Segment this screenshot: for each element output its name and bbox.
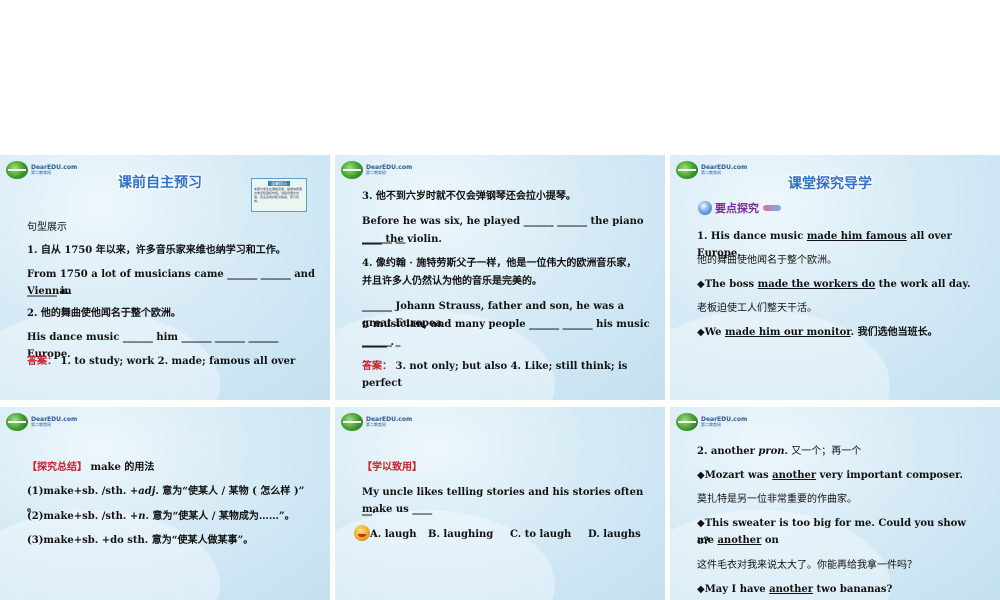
rule-2-head: (2)make+sb. /sth. +: [27, 511, 139, 522]
dearedu-logo: DearEDU.com 第二教育网: [341, 413, 412, 431]
answer-line: 答案： 3. not only; but also 4. Like; still…: [362, 358, 651, 392]
example-1-translation: 他的舞曲使他闻名于整个欧洲。: [697, 255, 837, 266]
example-3-phrase: made him our monitor: [724, 327, 851, 338]
word-pos: pron.: [758, 446, 789, 457]
summary-bracket: 【探究总结】: [27, 462, 87, 473]
example-2-pre: ◆The boss: [697, 279, 758, 290]
logo-sub-text: 第二教育网: [31, 170, 51, 175]
practice-question-cont: __.: [362, 505, 376, 516]
another-example-3-word: another: [769, 584, 814, 595]
example-1-pre: 1. His dance music: [697, 231, 807, 242]
dearedu-logo: DearEDU.com 第二教育网: [6, 161, 77, 179]
logo-sub-text: 第二教育网: [701, 170, 721, 175]
answer-text: 3. not only; but also 4. Like; still thi…: [362, 361, 628, 389]
question-4-cn: 4. 像约翰 · 施特劳斯父子一样，他是一位伟大的欧洲音乐家，: [362, 258, 637, 269]
slide-preview-2: DearEDU.com 第二教育网 3. 他不到六岁时就不仅会弹钢琴还会拉小提琴…: [335, 155, 665, 400]
question-1-cn: 1. 自从 1750 年以来，许多音乐家来维也纳学习和工作。: [27, 245, 286, 256]
another-example-1-post: very important composer.: [816, 470, 963, 481]
another-example-3-pre: ◆May I have: [697, 584, 770, 595]
question-4-en-cont2: _____ .: [362, 337, 394, 348]
answer-text: 1. to study; work 2. made; famous all ov…: [60, 356, 296, 367]
rule-3-head: (3)make+sb. +do sth.: [27, 535, 149, 546]
another-example-1: ◆Mozart was another very important compo…: [697, 467, 986, 484]
ribbon-decoration: [763, 205, 781, 211]
another-example-2-cont: e?: [697, 536, 710, 547]
example-3-post: . 我们选他当班长。: [850, 327, 938, 338]
tip-note-header: 温馨提示: [268, 181, 290, 186]
smiley-icon: [354, 525, 370, 541]
key-points-label: 要点探究: [715, 202, 759, 215]
option-b[interactable]: B. laughing: [428, 526, 493, 543]
question-4-cn-cont: 并且许多人仍然认为他的音乐是完美的。: [362, 276, 542, 287]
globe-icon: [676, 413, 698, 431]
another-example-3: ◆May I have another two bananas?: [697, 581, 986, 598]
slide-practice: DearEDU.com 第二教育网 【学以致用】 My uncle likes …: [335, 407, 665, 600]
globe-icon: [341, 413, 363, 431]
practice-heading: 【学以致用】: [362, 462, 422, 473]
question-1-en-cont: Vienna.: [27, 286, 70, 297]
tip-note-text: 本部分学生在课前完成，提前熟悉课文重点短语和句型。请结合课文内容，自主完成并核对…: [254, 187, 303, 203]
answer-label: 答案：: [27, 356, 57, 367]
option-c[interactable]: C. to laugh: [510, 526, 571, 543]
dearedu-logo: DearEDU.com 第二教育网: [676, 413, 747, 431]
globe-icon: [341, 161, 363, 179]
logo-sub-text: 第二教育网: [701, 422, 721, 427]
logo-sub-text: 第二教育网: [366, 422, 386, 427]
answer-label: 答案：: [362, 361, 392, 372]
summary-heading: 【探究总结】 make 的用法: [27, 459, 316, 476]
another-example-1-translation: 莫扎特是另一位非常重要的作曲家。: [697, 494, 857, 505]
slide-summary: DearEDU.com 第二教育网 【探究总结】 make 的用法 (1)mak…: [0, 407, 330, 600]
example-2: ◆The boss made the workers do the work a…: [697, 276, 986, 293]
option-d[interactable]: D. laughs: [588, 526, 641, 543]
word-entry: 2. another pron. 又一个；再一个: [697, 443, 986, 460]
slide-another: DearEDU.com 第二教育网 2. another pron. 又一个；再…: [670, 407, 1000, 600]
logo-sub-text: 第二教育网: [31, 422, 51, 427]
globe-icon: [6, 413, 28, 431]
question-3-en-cont: ____ the violin.: [362, 234, 442, 245]
tip-note: 温馨提示 本部分学生在课前完成，提前熟悉课文重点短语和句型。请结合课文内容，自主…: [251, 178, 307, 212]
option-a[interactable]: A. laugh: [370, 526, 417, 543]
example-1-phrase: made him famous: [806, 231, 907, 242]
rule-3: (3)make+sb. +do sth. 意为“使某人做某事”。: [27, 532, 316, 549]
another-example-3-post: two bananas?: [813, 584, 893, 595]
summary-topic: make 的用法: [87, 462, 155, 473]
section-label: 句型展示: [27, 222, 67, 233]
rule-2-meaning: 意为“使某人 / 某物成为……”。: [149, 511, 295, 522]
slide-title: 课堂探究导学: [788, 176, 872, 192]
word-meaning: 又一个；再一个: [788, 446, 862, 457]
key-points-heading: 要点探究: [698, 199, 781, 217]
rule-2-pos: n.: [138, 511, 150, 522]
another-example-2-translation: 这件毛衣对我来说太大了。你能再给我拿一件吗？: [697, 560, 917, 571]
rule-3-meaning: 意为“使某人做某事”。: [148, 535, 254, 546]
word-head: 2. another: [697, 446, 759, 457]
dearedu-logo: DearEDU.com 第二教育网: [341, 161, 412, 179]
answer-line: 答案： 1. to study; work 2. made; famous al…: [27, 353, 316, 370]
example-3: ◆We made him our monitor. 我们选他当班长。: [697, 324, 986, 341]
rule-1-pos: adj.: [138, 486, 159, 497]
another-example-1-pre: ◆Mozart was: [697, 470, 773, 481]
dearedu-logo: DearEDU.com 第二教育网: [6, 413, 77, 431]
another-example-1-word: another: [772, 470, 817, 481]
question-2-cn: 2. 他的舞曲使他闻名于整个欧洲。: [27, 308, 181, 319]
rule-2: (2)make+sb. /sth. +n. 意为“使某人 / 某物成为……”。: [27, 508, 316, 525]
example-2-phrase: made the workers do: [757, 279, 876, 290]
slide-explore: DearEDU.com 第二教育网 课堂探究导学 要点探究 1. His dan…: [670, 155, 1000, 400]
globe-icon: [6, 161, 28, 179]
example-3-pre: ◆We: [697, 327, 725, 338]
example-2-post: the work all day.: [875, 279, 971, 290]
rule-1-head: (1)make+sb. /sth. +: [27, 486, 139, 497]
logo-sub-text: 第二教育网: [366, 170, 386, 175]
slide-title: 课前自主预习: [118, 175, 202, 191]
slide-preview-1: DearEDU.com 第二教育网 课前自主预习 温馨提示 本部分学生在课前完成…: [0, 155, 330, 400]
example-2-translation: 老板迫使工人们整天干活。: [697, 303, 817, 314]
question-3-cn: 3. 他不到六岁时就不仅会弹钢琴还会拉小提琴。: [362, 191, 576, 202]
dearedu-logo: DearEDU.com 第二教育网: [676, 161, 747, 179]
bubble-icon: [698, 201, 712, 215]
globe-icon: [676, 161, 698, 179]
